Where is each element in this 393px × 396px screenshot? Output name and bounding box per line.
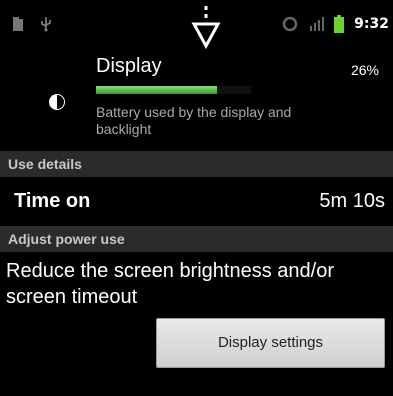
- download-notification-icon[interactable]: [190, 6, 222, 52]
- display-usage-item: Display 26% Battery used by the display …: [0, 52, 393, 148]
- status-time: 9:32: [354, 16, 389, 32]
- adjust-power-header: Adjust power use: [0, 226, 393, 252]
- display-percent: 26%: [350, 62, 379, 78]
- time-on-row: Time on 5m 10s: [0, 180, 393, 224]
- battery-icon: [334, 15, 345, 33]
- sd-card-icon: [13, 17, 23, 31]
- brightness-icon: [49, 94, 65, 110]
- display-usage-bar: [96, 86, 251, 94]
- use-details-header: Use details: [0, 151, 393, 177]
- adjust-power-message: Reduce the screen brightness and/or scre…: [6, 260, 334, 308]
- signal-icon: [310, 17, 325, 31]
- sync-icon: [282, 16, 298, 32]
- time-on-value: 5m 10s: [319, 190, 385, 212]
- status-bar: 9:32: [0, 6, 393, 50]
- usb-icon: [41, 17, 51, 32]
- display-settings-button[interactable]: Display settings: [156, 318, 385, 368]
- time-on-label: Time on: [14, 190, 91, 212]
- display-usage-bar-fill: [96, 86, 217, 94]
- display-title: Display: [96, 55, 162, 77]
- display-description: Battery used by the display and backligh…: [96, 104, 292, 137]
